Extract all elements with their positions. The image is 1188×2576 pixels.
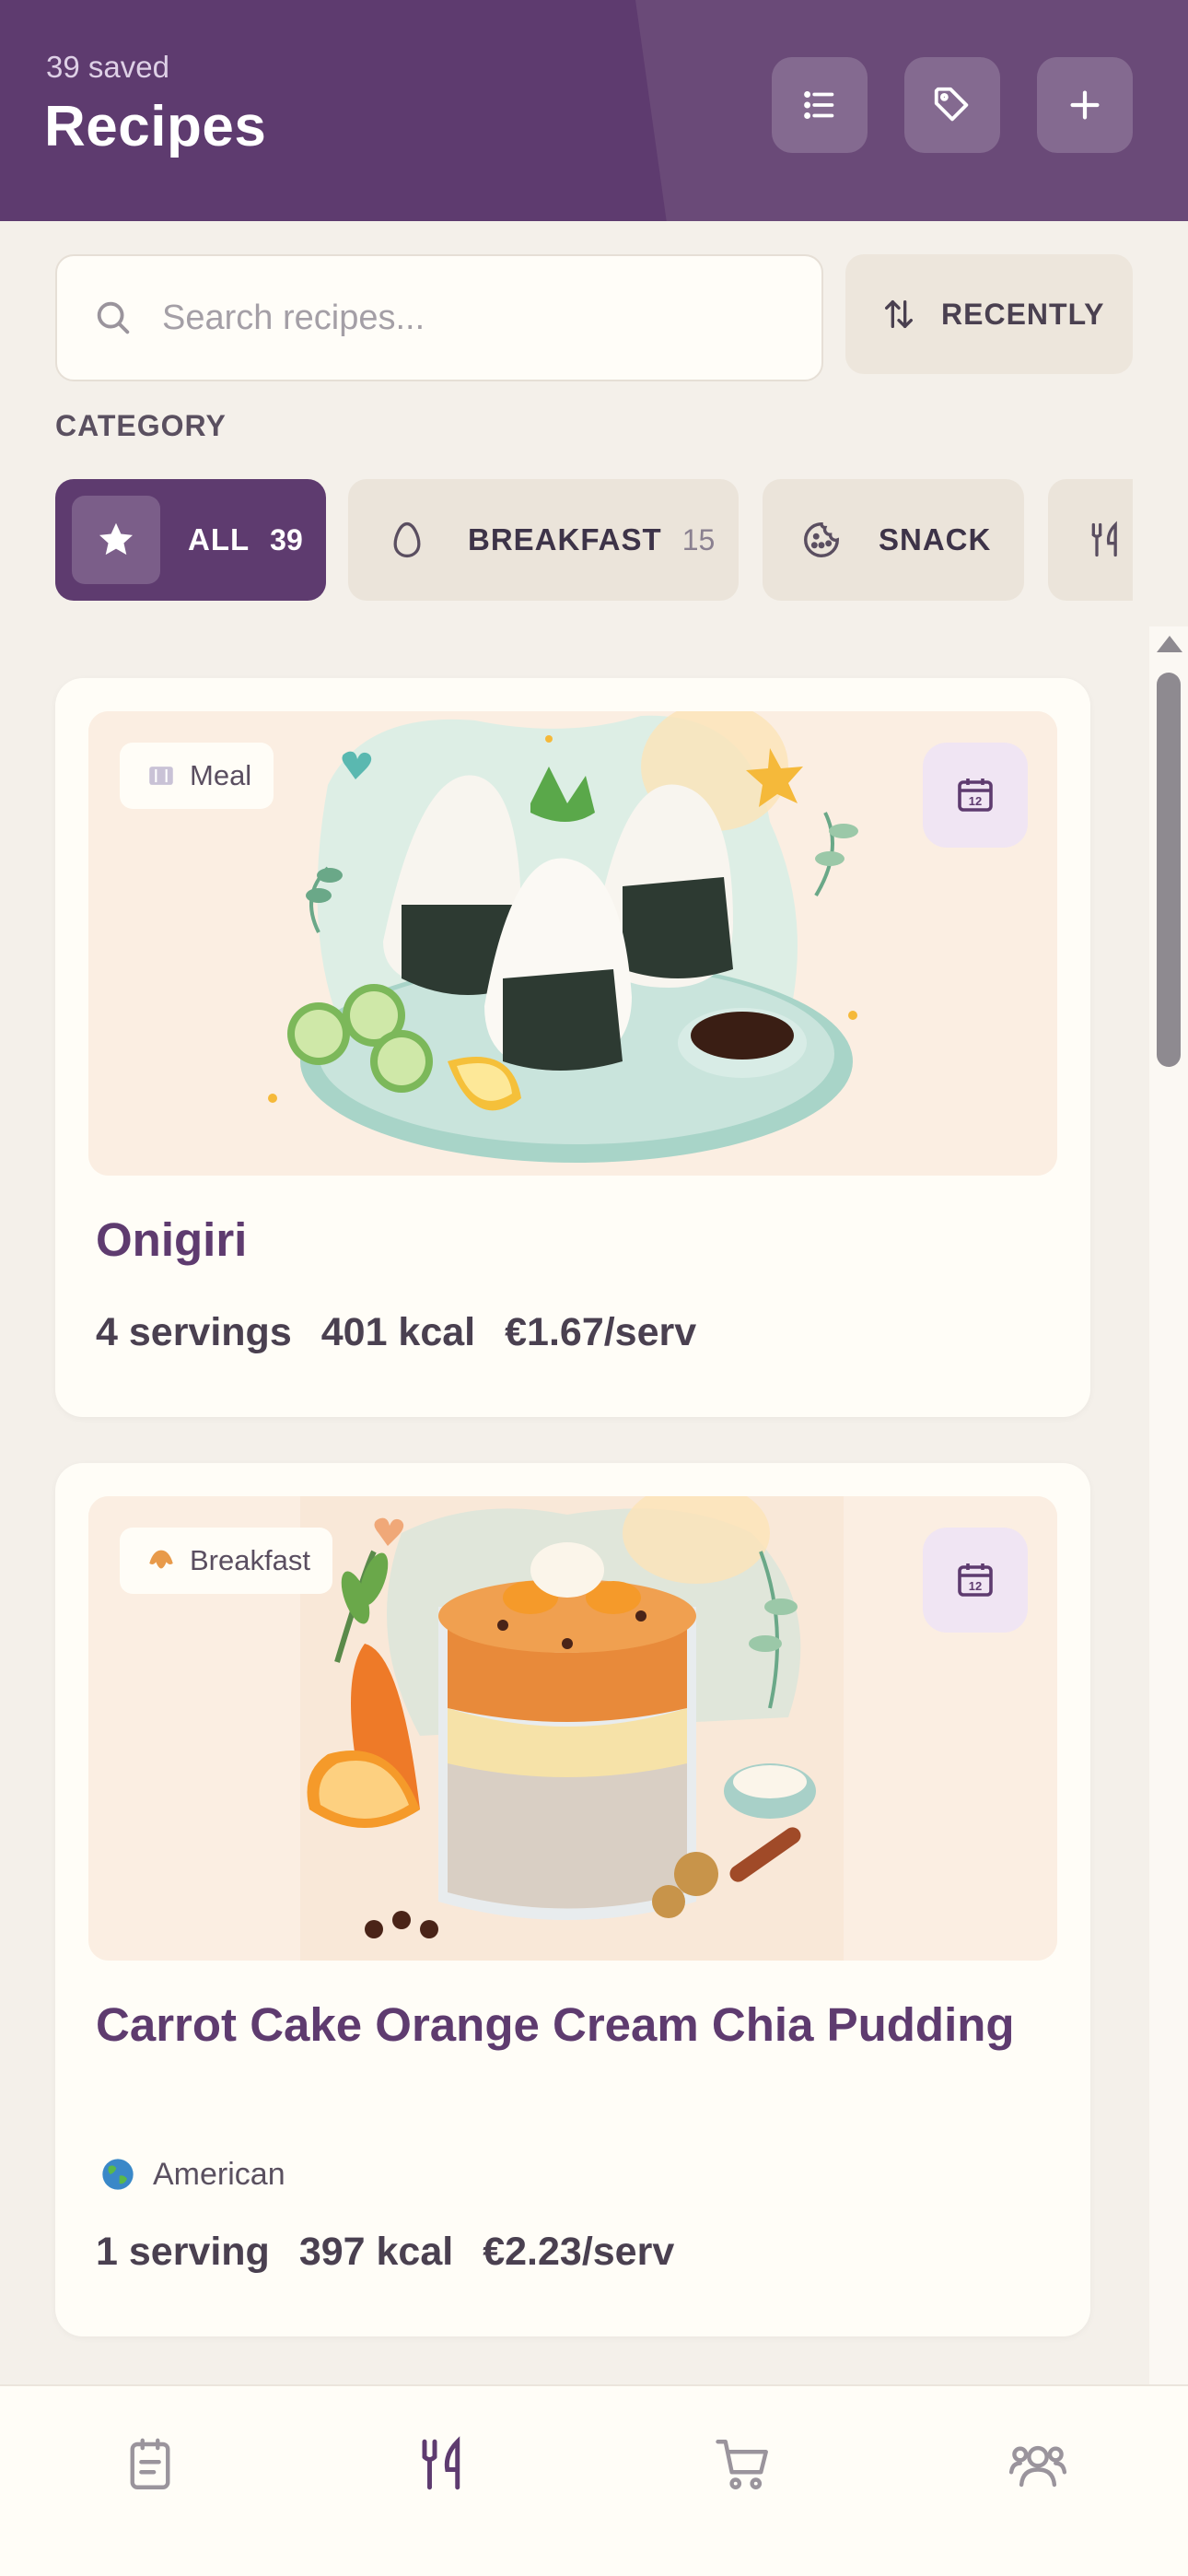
recipe-cost: €1.67/serv [505,1310,697,1354]
recipe-stats: 4 servings 401 kcal €1.67/serv [96,1310,726,1355]
recipe-tag-label: Breakfast [190,1544,310,1576]
bottom-nav [0,2384,1188,2576]
chip-all-label: ALL [188,522,250,556]
chip-breakfast[interactable]: BREAKFAST 15 [348,479,739,601]
scrollbar-thumb[interactable] [1157,673,1181,1067]
scroll-up-arrow[interactable] [1157,636,1182,652]
nav-recipes[interactable] [414,2434,475,2495]
search-icon [97,301,130,334]
recipe-title: Carrot Cake Orange Cream Chia Pudding [96,1998,1015,2051]
utensils-icon [422,2436,460,2490]
recipe-card[interactable]: Meal 12 Onigiri 4 servings 401 kcal €1.6… [55,678,1090,1417]
plus-icon [1070,90,1100,120]
sort-label: RECENTLY [941,297,1105,331]
plate-icon [149,767,173,785]
list-icon [804,91,834,119]
star-icon-box [72,496,160,584]
sort-button[interactable]: RECENTLY [845,254,1133,374]
add-recipe-button[interactable] [1037,57,1133,153]
recipe-title: Onigiri [96,1213,248,1266]
sort-arrows-icon [885,300,913,328]
tag-icon [934,87,969,122]
app-header: 39 saved Recipes [0,0,1188,221]
cookie-icon [799,518,844,562]
tags-button[interactable] [904,57,1000,153]
chip-breakfast-count: 15 [681,522,716,556]
chip-snack-label: SNACK [879,522,992,556]
recipe-cuisine-label: American [153,2156,285,2192]
recipe-cost: €2.23/serv [483,2230,675,2274]
recipe-servings: 1 serving [96,2230,270,2274]
nav-household[interactable] [1007,2434,1068,2495]
calendar-icon: 12 [958,779,993,812]
schedule-button[interactable]: 12 [923,1528,1028,1633]
search-input[interactable] [160,297,786,339]
recipe-kcal: 397 kcal [298,2230,454,2274]
page-title: Recipes [44,95,267,158]
saved-count: 39 saved [46,50,169,84]
schedule-button[interactable]: 12 [923,743,1028,848]
star-icon [99,522,134,556]
recipe-kcal: 401 kcal [320,1310,476,1354]
users-icon [1008,2445,1067,2488]
croissant-icon [149,1550,173,1569]
chip-all-count: 39 [270,522,303,556]
recipe-category-tag: Meal [120,743,274,809]
calendar-icon: 12 [958,1563,993,1597]
category-chips: ALL 39 BREAKFAST 15 SNACK [55,479,1133,601]
recipe-cuisine: American [99,2156,285,2193]
svg-text:12: 12 [969,1579,982,1593]
globe-icon [102,2159,134,2190]
recipe-tag-label: Meal [190,759,252,791]
search-box [55,254,823,381]
list-view-button[interactable] [772,57,868,153]
svg-text:12: 12 [969,794,982,808]
category-heading: CATEGORY [55,409,227,442]
nav-shopping[interactable] [713,2434,774,2495]
chip-snack[interactable]: SNACK [763,479,1024,601]
chip-all[interactable]: ALL 39 [55,479,326,601]
recipe-category-tag: Breakfast [120,1528,332,1594]
recipe-stats: 1 serving 397 kcal €2.23/serv [96,2230,704,2275]
chip-meal[interactable] [1048,479,1133,601]
notepad-icon [130,2438,170,2489]
cart-icon [716,2440,768,2489]
egg-icon [385,518,429,562]
nav-planner[interactable] [120,2434,181,2495]
recipe-card[interactable]: Breakfast 12 Carrot Cake Orange Cream Ch… [55,1463,1090,2336]
recipe-servings: 4 servings [96,1310,292,1354]
utensils-icon [1085,518,1129,562]
chip-breakfast-label: BREAKFAST [468,522,662,556]
